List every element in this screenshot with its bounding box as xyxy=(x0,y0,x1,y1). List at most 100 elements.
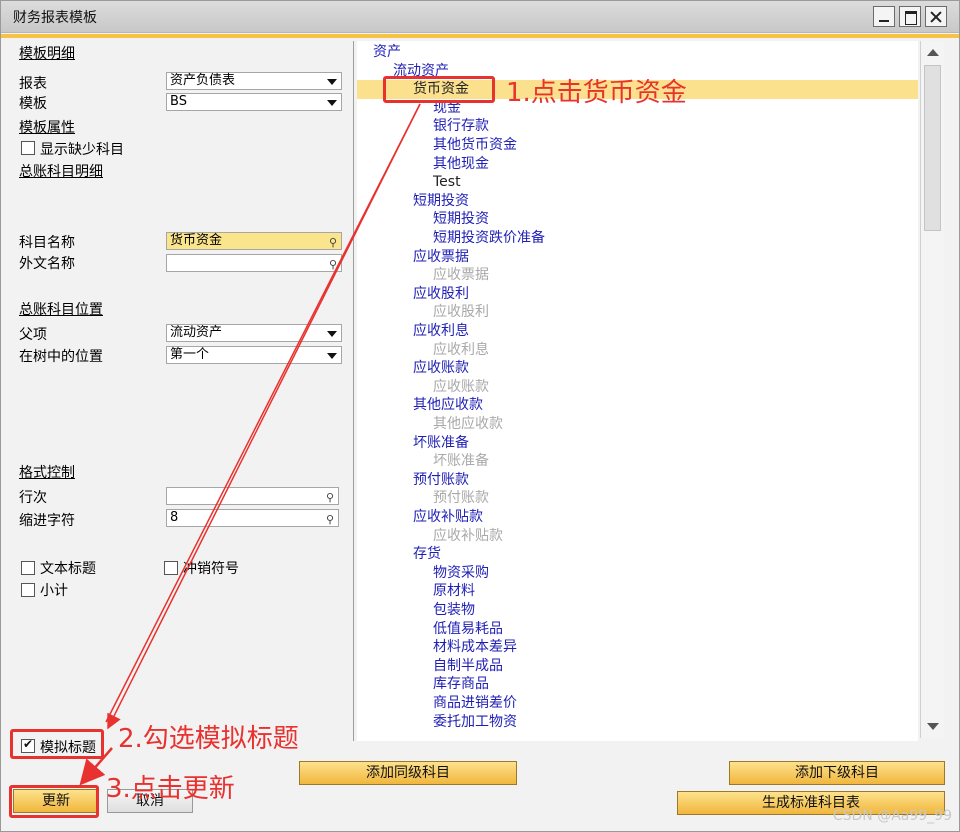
add-same-level-button[interactable]: 添加同级科目 xyxy=(299,761,517,785)
text-title-checkbox[interactable] xyxy=(21,561,35,575)
tree-row[interactable]: 存货 xyxy=(357,545,918,564)
tree-row-label: 材料成本差异 xyxy=(433,639,517,656)
tree-row-label: 预付账款 xyxy=(413,471,469,488)
tree-row[interactable]: 其他应收款 xyxy=(357,396,918,415)
panel-divider xyxy=(353,41,354,741)
tree-row[interactable]: 应收账款 xyxy=(357,378,918,397)
tree-row[interactable]: 应收股利 xyxy=(357,285,918,304)
tree-row-label: 自制半成品 xyxy=(433,657,503,674)
annotation-step2: 2.勾选模拟标题 xyxy=(118,724,299,754)
line-no-input[interactable]: ⚲ xyxy=(166,487,339,505)
tree-row[interactable]: 商品进销差价 xyxy=(357,694,918,713)
tree-row[interactable]: 短期投资 xyxy=(357,192,918,211)
section-template-detail: 模板明细 xyxy=(19,46,75,62)
tree-position-value: 第一个 xyxy=(170,347,210,362)
tree-row[interactable]: 银行存款 xyxy=(357,117,918,136)
tree-row[interactable]: 应收票据 xyxy=(357,248,918,267)
section-gl-detail: 总账科目明细 xyxy=(19,164,103,180)
scroll-down-icon[interactable] xyxy=(927,723,939,730)
add-sub-level-button[interactable]: 添加下级科目 xyxy=(729,761,945,785)
tree-row[interactable]: 物资采购 xyxy=(357,564,918,583)
close-icon[interactable] xyxy=(925,6,947,27)
indent-label: 缩进字符 xyxy=(19,513,75,529)
tree-row[interactable]: 坏账准备 xyxy=(357,434,918,453)
tree-row-label: 资产 xyxy=(373,44,401,60)
chevron-down-icon xyxy=(327,353,337,359)
tree-row-label: 应收票据 xyxy=(433,267,489,284)
tree-row[interactable]: 预付账款 xyxy=(357,489,918,508)
tree-row[interactable]: 原材料 xyxy=(357,582,918,601)
annotation-step3: 3.点击更新 xyxy=(106,774,235,804)
report-label: 报表 xyxy=(19,76,47,92)
account-name-input[interactable]: 货币资金 ⚲ xyxy=(166,232,342,250)
tree-scrollbar[interactable] xyxy=(920,41,944,738)
title-bar: 财务报表模板 xyxy=(1,1,959,33)
maximize-icon[interactable] xyxy=(899,6,921,27)
tree-row-label: 其他现金 xyxy=(433,155,489,172)
scroll-up-icon[interactable] xyxy=(927,49,939,56)
tree-row-label: 应收账款 xyxy=(433,378,489,395)
tree-row-label: 应收补贴款 xyxy=(433,527,503,544)
tree-row[interactable]: 其他应收款 xyxy=(357,415,918,434)
tree-row-label: 商品进销差价 xyxy=(433,695,517,711)
tree-row[interactable]: 委托加工物资 xyxy=(357,713,918,732)
tree-row[interactable]: 应收股利 xyxy=(357,303,918,322)
tree-position-select[interactable]: 第一个 xyxy=(166,346,342,364)
lookup-icon[interactable]: ⚲ xyxy=(326,490,334,506)
tree-row-label: 应收利息 xyxy=(413,323,469,339)
template-select-value: BS xyxy=(170,94,187,109)
report-template-window: 财务报表模板 模板明细 报表 资产负债表 模板 BS 模板属性 显示缺少科目 总… xyxy=(0,0,960,832)
tree-row[interactable]: 应收利息 xyxy=(357,341,918,360)
account-name-value: 货币资金 xyxy=(170,233,223,248)
tree-row[interactable]: 应收补贴款 xyxy=(357,527,918,546)
subtotal-checkbox[interactable] xyxy=(21,583,35,597)
highlight-box-step1 xyxy=(383,76,495,103)
tree-row[interactable]: 应收利息 xyxy=(357,322,918,341)
account-tree[interactable]: 资产 流动资产 货币资金 现金 银行存款 其他货币资金 其他现金 Test 短期投资 短期投资 短期… xyxy=(357,41,918,741)
indent-input[interactable]: 8 ⚲ xyxy=(166,509,339,527)
tree-row-label: 委托加工物资 xyxy=(433,713,517,730)
tree-row-label: 包装物 xyxy=(433,602,475,618)
tree-row[interactable]: 低值易耗品 xyxy=(357,620,918,639)
tree-row[interactable]: 自制半成品 xyxy=(357,657,918,676)
tree-row-label: 短期投资 xyxy=(413,192,469,209)
tree-row[interactable]: Test xyxy=(357,173,918,192)
tree-row[interactable]: 坏账准备 xyxy=(357,452,918,471)
lookup-icon[interactable]: ⚲ xyxy=(326,512,334,528)
parent-label: 父项 xyxy=(19,327,47,343)
tree-row[interactable]: 应收补贴款 xyxy=(357,508,918,527)
show-missing-checkbox[interactable] xyxy=(21,141,35,155)
offset-sign-checkbox[interactable] xyxy=(164,561,178,575)
account-name-label: 科目名称 xyxy=(19,235,75,251)
tree-row[interactable]: 库存商品 xyxy=(357,675,918,694)
tree-row-label: 其他货币资金 xyxy=(433,137,517,153)
report-select[interactable]: 资产负债表 xyxy=(166,72,342,90)
lookup-icon[interactable]: ⚲ xyxy=(329,257,337,273)
tree-row-label: 短期投资跌价准备 xyxy=(433,230,545,246)
accent-bar xyxy=(1,34,959,38)
tree-row[interactable]: 其他货币资金 xyxy=(357,136,918,155)
tree-row[interactable]: 应收票据 xyxy=(357,266,918,285)
tree-row-label: 原材料 xyxy=(433,583,475,600)
tree-row[interactable]: 应收账款 xyxy=(357,359,918,378)
tree-row[interactable]: 资产 xyxy=(357,43,918,62)
scroll-thumb[interactable] xyxy=(924,65,941,231)
template-select[interactable]: BS xyxy=(166,93,342,111)
foreign-name-input[interactable]: ⚲ xyxy=(166,254,342,272)
foreign-name-label: 外文名称 xyxy=(19,256,75,272)
tree-row[interactable]: 包装物 xyxy=(357,601,918,620)
lookup-icon[interactable]: ⚲ xyxy=(329,235,337,251)
offset-sign-label: 冲销符号 xyxy=(183,561,239,577)
chevron-down-icon xyxy=(327,331,337,337)
tree-row[interactable]: 短期投资跌价准备 xyxy=(357,229,918,248)
chevron-down-icon xyxy=(327,79,337,85)
tree-row-label: 应收补贴款 xyxy=(413,509,483,525)
tree-row[interactable]: 短期投资 xyxy=(357,210,918,229)
tree-row-label: 应收账款 xyxy=(413,360,469,377)
tree-row-label: 存货 xyxy=(413,546,441,563)
tree-row[interactable]: 其他现金 xyxy=(357,155,918,174)
tree-row[interactable]: 材料成本差异 xyxy=(357,638,918,657)
parent-select[interactable]: 流动资产 xyxy=(166,324,342,342)
minimize-icon[interactable] xyxy=(873,6,895,27)
tree-row[interactable]: 预付账款 xyxy=(357,471,918,490)
